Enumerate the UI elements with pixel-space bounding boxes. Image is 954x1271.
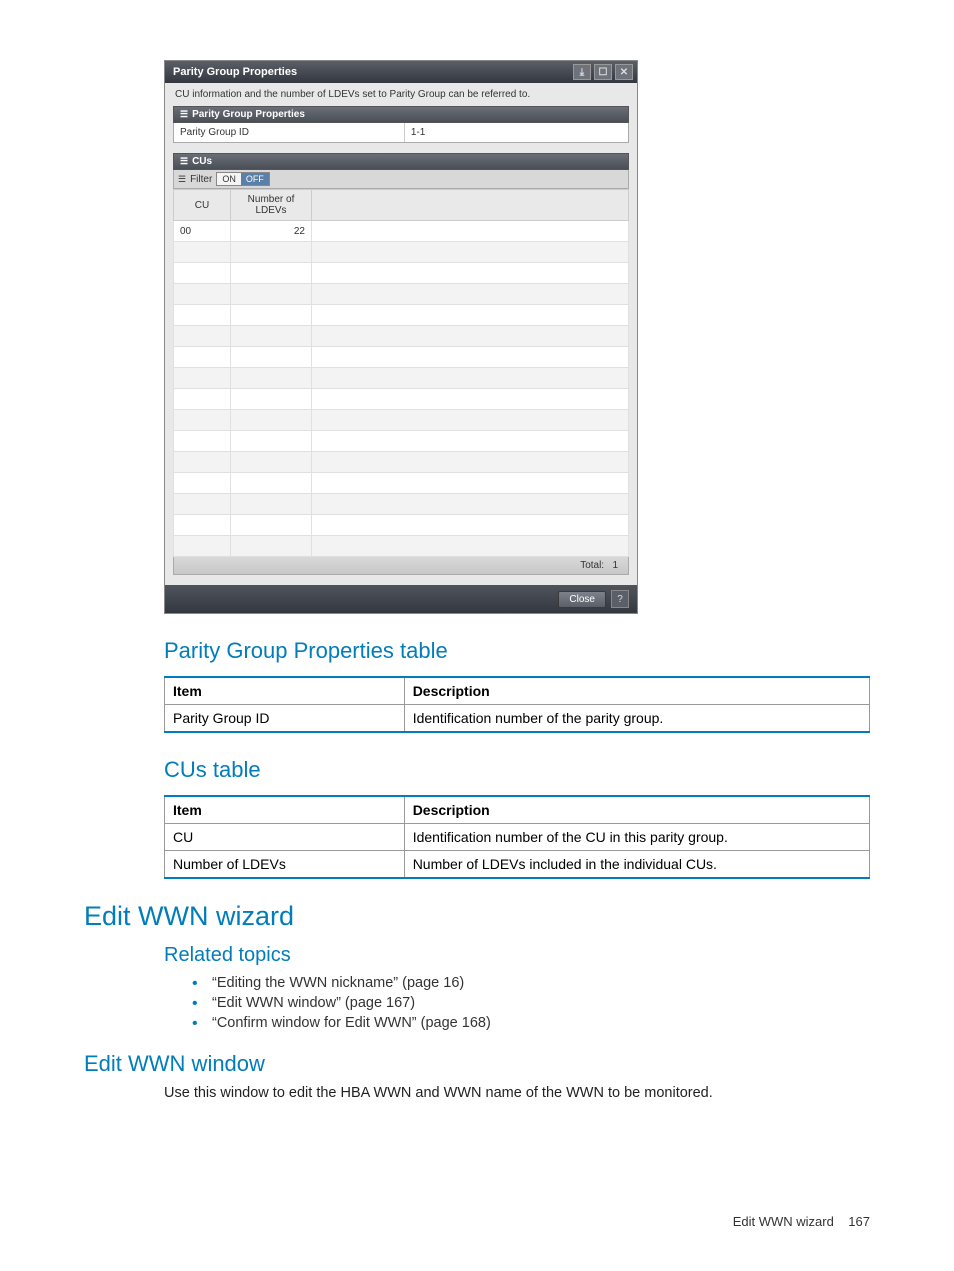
parity-group-properties-dialog: Parity Group Properties ⤓ ☐ ✕ CU informa… <box>164 60 638 614</box>
col-item: Item <box>165 677 405 705</box>
dialog-titlebar: Parity Group Properties ⤓ ☐ ✕ <box>165 61 637 83</box>
table-row <box>174 494 629 515</box>
section-title: Parity Group Properties <box>192 109 305 120</box>
cell-item: CU <box>165 824 405 851</box>
table-row <box>174 515 629 536</box>
cu-table: CU Number of LDEVs 00 22 <box>173 189 629 557</box>
edit-wwn-window-desc: Use this window to edit the HBA WWN and … <box>164 1085 870 1101</box>
col-item: Item <box>165 796 405 824</box>
collapse-icon: ☰ <box>180 156 188 167</box>
window-maximize-icon[interactable]: ☐ <box>594 64 612 80</box>
cell-desc: Number of LDEVs included in the individu… <box>404 851 869 879</box>
dialog-footer: Close ? <box>165 585 637 613</box>
footer-section: Edit WWN wizard <box>733 1214 834 1229</box>
col-blank <box>312 190 629 221</box>
table-row <box>174 389 629 410</box>
col-cu[interactable]: CU <box>174 190 231 221</box>
filter-collapse-icon[interactable]: ☰ <box>178 174 186 185</box>
filter-toggle[interactable]: ON OFF <box>216 172 270 186</box>
total-row: Total: 1 <box>173 557 629 575</box>
cell-num: 22 <box>231 221 312 242</box>
cell-desc: Identification number of the CU in this … <box>404 824 869 851</box>
help-icon[interactable]: ? <box>611 590 629 608</box>
cell-desc: Identification number of the parity grou… <box>404 705 869 733</box>
footer-page: 167 <box>848 1214 870 1229</box>
table-row[interactable]: 00 22 <box>174 221 629 242</box>
table-row <box>174 473 629 494</box>
related-link[interactable]: “Confirm window for Edit WWN” (page 168) <box>192 1015 870 1031</box>
filter-label: Filter <box>190 174 212 185</box>
heading-cus-table: CUs table <box>164 757 870 783</box>
page-footer: Edit WWN wizard 167 <box>733 1214 870 1229</box>
page-container: Parity Group Properties ⤓ ☐ ✕ CU informa… <box>0 0 954 1271</box>
section-title: CUs <box>192 156 212 167</box>
dialog-body: CU information and the number of LDEVs s… <box>165 83 637 585</box>
table-row <box>174 284 629 305</box>
section-header-cus[interactable]: ☰ CUs <box>173 153 629 170</box>
table-row <box>174 347 629 368</box>
cell-cu: 00 <box>174 221 231 242</box>
table-row <box>174 263 629 284</box>
related-link[interactable]: “Edit WWN window” (page 167) <box>192 995 870 1011</box>
heading-related-topics: Related topics <box>164 944 870 967</box>
table-row <box>174 242 629 263</box>
cell-item: Parity Group ID <box>165 705 405 733</box>
col-desc: Description <box>404 796 869 824</box>
col-num-ldevs[interactable]: Number of LDEVs <box>231 190 312 221</box>
heading-edit-wwn-window: Edit WWN window <box>84 1051 870 1077</box>
cell-blank <box>312 221 629 242</box>
table-row <box>174 536 629 557</box>
cell-item: Number of LDEVs <box>165 851 405 879</box>
pg-id-value: 1-1 <box>405 123 628 142</box>
pg-id-label: Parity Group ID <box>174 123 405 142</box>
collapse-icon: ☰ <box>180 109 188 120</box>
heading-pgp-table: Parity Group Properties table <box>164 638 870 664</box>
pg-id-row: Parity Group ID 1-1 <box>173 123 629 143</box>
heading-edit-wwn-wizard: Edit WWN wizard <box>84 901 870 932</box>
related-topics-list: “Editing the WWN nickname” (page 16) “Ed… <box>192 975 870 1031</box>
filter-bar: ☰ Filter ON OFF <box>173 170 629 189</box>
window-restore-icon[interactable]: ⤓ <box>573 64 591 80</box>
filter-off: OFF <box>241 173 269 185</box>
related-link[interactable]: “Editing the WWN nickname” (page 16) <box>192 975 870 991</box>
section-header-pgp[interactable]: ☰ Parity Group Properties <box>173 106 629 123</box>
window-close-icon[interactable]: ✕ <box>615 64 633 80</box>
table-row <box>174 326 629 347</box>
cus-doc-table: Item Description CU Identification numbe… <box>164 795 870 879</box>
total-label: Total: <box>580 560 604 571</box>
table-row <box>174 452 629 473</box>
table-row <box>174 431 629 452</box>
pgp-table: Item Description Parity Group ID Identif… <box>164 676 870 733</box>
dialog-title: Parity Group Properties <box>173 66 297 78</box>
total-value: 1 <box>612 560 618 571</box>
filter-on: ON <box>217 173 241 185</box>
table-row <box>174 305 629 326</box>
col-desc: Description <box>404 677 869 705</box>
dialog-info-text: CU information and the number of LDEVs s… <box>173 87 629 106</box>
table-row <box>174 410 629 431</box>
table-row <box>174 368 629 389</box>
close-button[interactable]: Close <box>558 591 606 608</box>
